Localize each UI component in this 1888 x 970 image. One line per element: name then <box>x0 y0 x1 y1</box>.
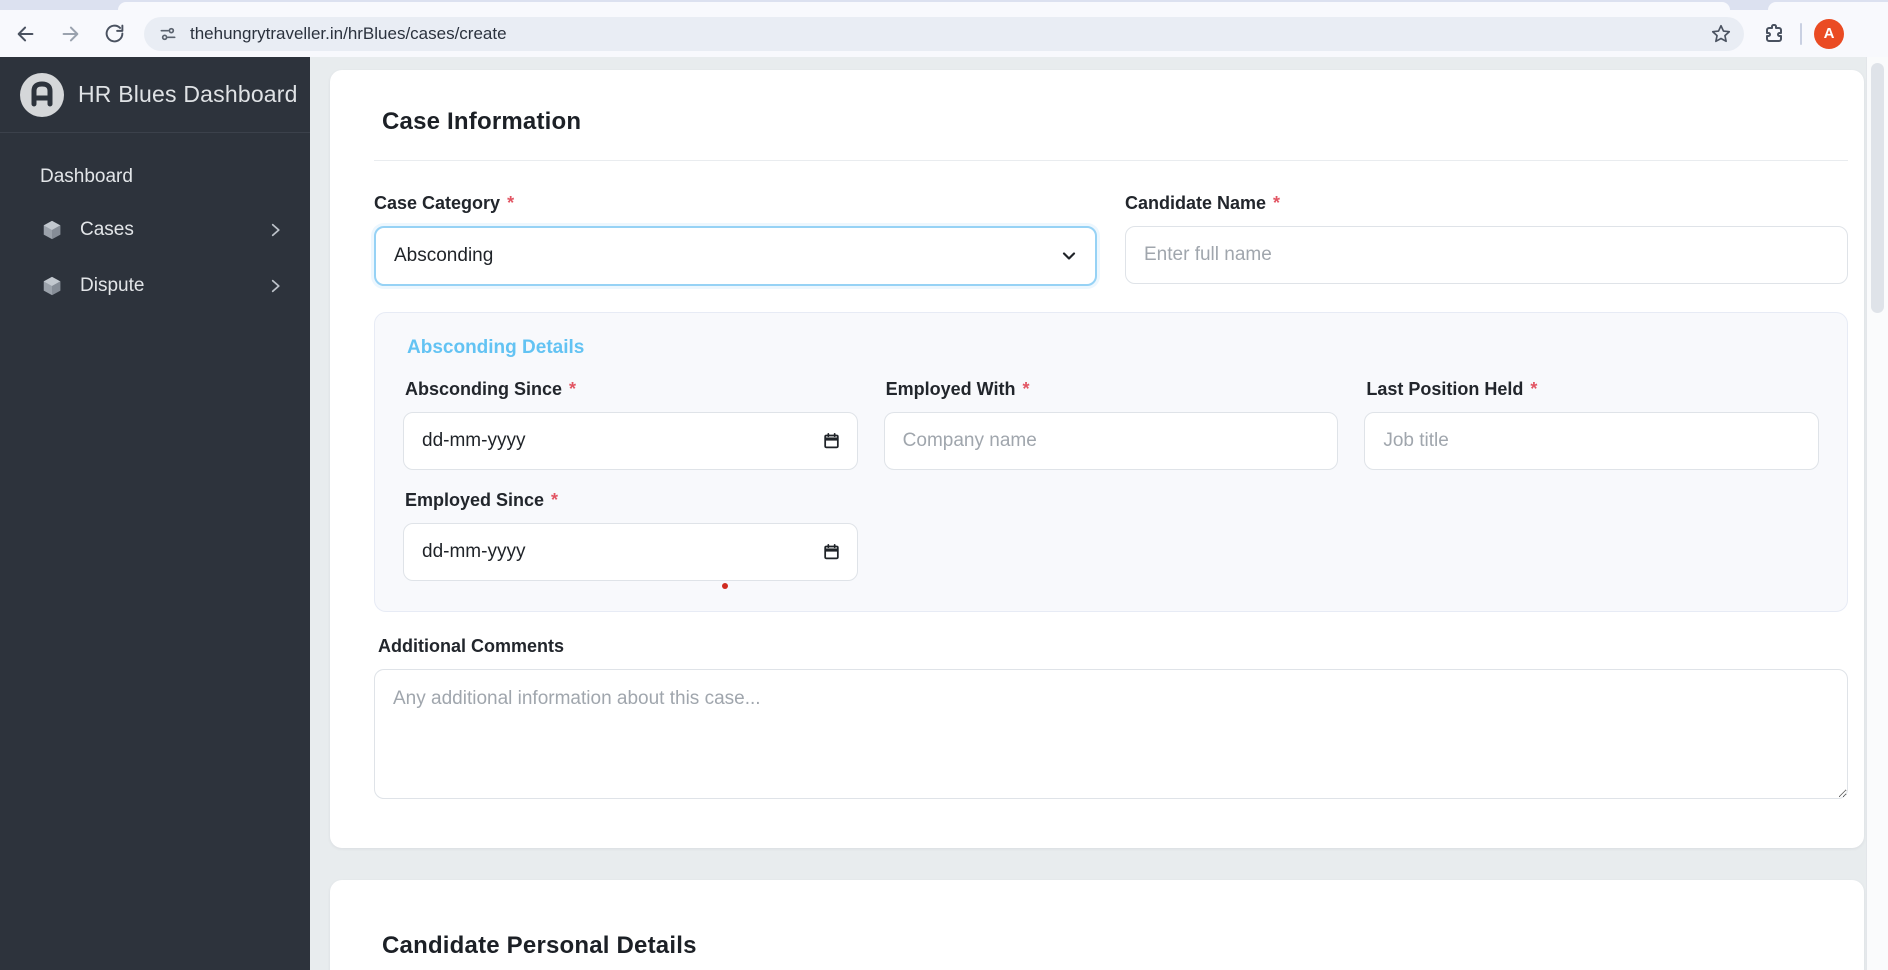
employed-with-label: Employed With * <box>885 379 1030 399</box>
tab-strip-right <box>1768 2 1888 10</box>
date-format-hint: dd-mm-yyyy <box>422 430 526 451</box>
bookmark-star-icon[interactable] <box>1710 23 1732 45</box>
forward-button[interactable] <box>52 16 88 52</box>
back-button[interactable] <box>8 16 44 52</box>
sidebar: HR Blues Dashboard Dashboard Cases Dispu… <box>0 57 310 970</box>
browser-toolbar: thehungrytraveller.in/hrBlues/cases/crea… <box>0 10 1888 57</box>
absconding-since-field: Absconding Since * dd-mm-yyyy <box>403 359 858 470</box>
candidate-name-label: Candidate Name * <box>1125 193 1281 213</box>
chevron-right-icon <box>266 277 284 295</box>
cube-icon <box>40 218 64 242</box>
sidebar-item-dispute[interactable]: Dispute <box>0 263 310 309</box>
required-asterisk: * <box>1273 193 1281 213</box>
cube-icon <box>40 274 64 298</box>
additional-comments-textarea[interactable] <box>374 669 1848 799</box>
sidebar-header: HR Blues Dashboard <box>0 57 310 133</box>
case-category-label: Case Category * <box>374 193 515 213</box>
page-scrollbar[interactable] <box>1866 57 1888 970</box>
extensions-icon[interactable] <box>1762 22 1786 46</box>
required-asterisk: * <box>1022 379 1030 399</box>
required-dot-marker <box>722 583 728 589</box>
divider <box>374 160 1848 161</box>
sidebar-item-label: Cases <box>80 219 134 240</box>
sidebar-nav: Dashboard Cases Dispute <box>0 133 310 309</box>
calendar-icon[interactable] <box>822 543 841 562</box>
chevron-right-icon <box>266 221 284 239</box>
chevron-down-icon <box>1059 246 1079 266</box>
site-info-icon[interactable] <box>158 24 178 44</box>
sidebar-item-label: Dispute <box>80 275 145 296</box>
main-content: Case Information Case Category * Abscond… <box>310 57 1866 970</box>
back-arrow-icon <box>15 23 37 45</box>
active-tab[interactable] <box>118 2 1730 10</box>
required-asterisk: * <box>569 379 577 399</box>
case-information-card: Case Information Case Category * Abscond… <box>330 70 1864 848</box>
absconding-details-title: Absconding Details <box>407 337 585 358</box>
candidate-name-input[interactable] <box>1125 226 1848 284</box>
last-position-held-field: Last Position Held * <box>1364 359 1819 470</box>
last-position-held-input[interactable] <box>1364 412 1819 470</box>
toolbar-right: A <box>1762 18 1844 49</box>
case-information-title: Case Information <box>382 108 582 135</box>
required-asterisk: * <box>507 193 515 213</box>
sidebar-item-cases[interactable]: Cases <box>0 207 310 253</box>
toolbar-separator <box>1800 22 1802 45</box>
absconding-details-card: Absconding Details Absconding Since * dd… <box>374 312 1848 612</box>
address-bar[interactable]: thehungrytraveller.in/hrBlues/cases/crea… <box>144 16 1744 51</box>
absconding-since-label: Absconding Since * <box>405 379 577 399</box>
employed-with-field: Employed With * <box>883 359 1339 470</box>
profile-avatar[interactable]: A <box>1814 18 1844 49</box>
case-category-select[interactable]: Absconding <box>374 226 1097 286</box>
sidebar-item-label: Dashboard <box>40 166 133 187</box>
absconding-since-date-input[interactable]: dd-mm-yyyy <box>403 412 858 470</box>
additional-comments-label: Additional Comments <box>378 636 565 656</box>
last-position-held-label: Last Position Held * <box>1366 379 1538 399</box>
case-category-value: Absconding <box>394 245 494 266</box>
forward-arrow-icon <box>59 23 81 45</box>
reload-button[interactable] <box>96 16 132 52</box>
candidate-personal-details-title: Candidate Personal Details <box>382 932 697 959</box>
reload-icon <box>104 23 125 44</box>
hr-blues-logo-icon <box>20 72 64 117</box>
required-asterisk: * <box>551 490 559 510</box>
browser-window: thehungrytraveller.in/hrBlues/cases/crea… <box>0 0 1888 970</box>
url-text[interactable]: thehungrytraveller.in/hrBlues/cases/crea… <box>190 24 1710 44</box>
candidate-name-field: Candidate Name * <box>1125 193 1848 286</box>
calendar-icon[interactable] <box>822 432 841 451</box>
sidebar-item-dashboard[interactable]: Dashboard <box>0 157 310 197</box>
employed-since-date-input[interactable]: dd-mm-yyyy <box>403 523 858 581</box>
employed-since-field: Employed Since * dd-mm-yyyy <box>403 470 858 581</box>
case-category-field: Case Category * Absconding <box>374 193 1097 286</box>
candidate-personal-details-card: Candidate Personal Details <box>330 880 1864 970</box>
employed-since-label: Employed Since * <box>405 490 559 510</box>
required-asterisk: * <box>1530 379 1538 399</box>
tab-strip <box>0 0 1888 10</box>
employed-with-input[interactable] <box>883 412 1339 470</box>
scrollbar-thumb[interactable] <box>1871 63 1884 313</box>
sidebar-title: HR Blues Dashboard <box>78 81 298 107</box>
date-format-hint: dd-mm-yyyy <box>422 541 526 562</box>
